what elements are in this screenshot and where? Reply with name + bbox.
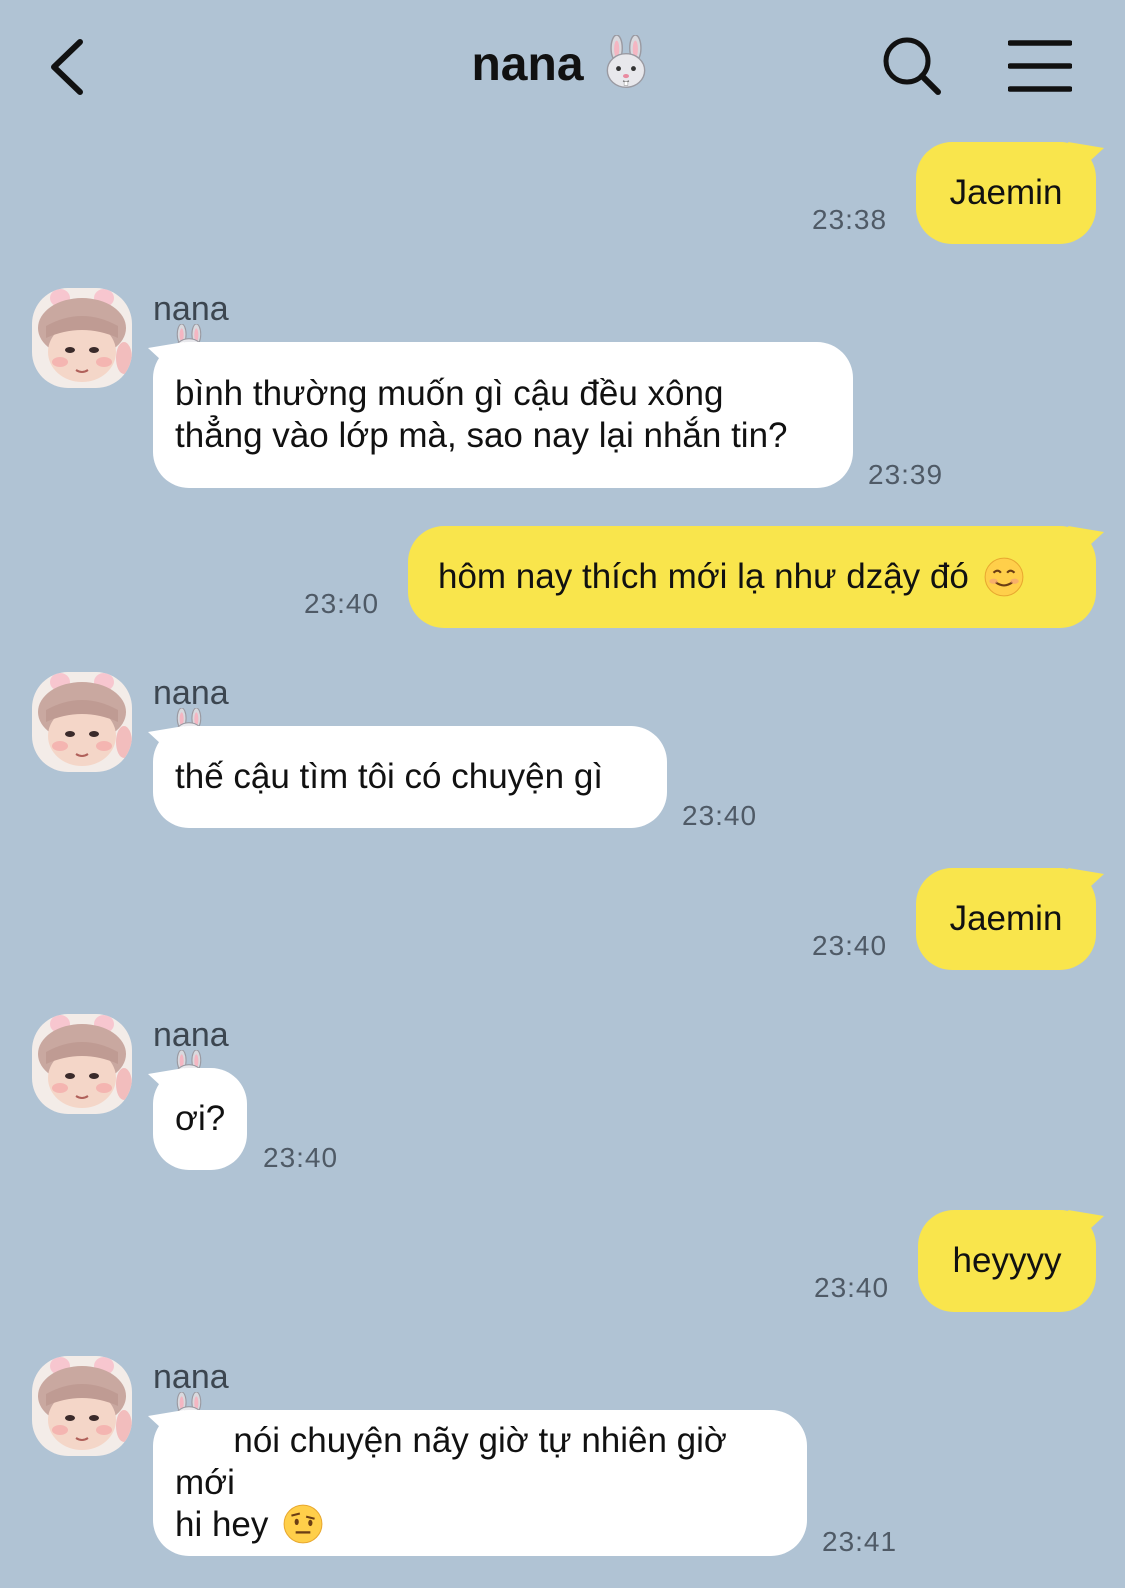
message-time: 23:38	[812, 204, 888, 235]
message-bubble[interactable]: bình thường muốn gì cậu đều xông thẳng v…	[153, 342, 853, 488]
search-icon	[883, 37, 941, 95]
bubble-tail	[1068, 868, 1104, 898]
message-bubble[interactable]: ơi?	[153, 1068, 247, 1170]
avatar[interactable]	[32, 1356, 132, 1456]
chat-title-group: nana	[0, 30, 1125, 100]
avatar[interactable]	[32, 672, 132, 772]
message-text: Jaemin	[949, 899, 1063, 938]
chat-title: nana	[471, 38, 584, 91]
smiling-face-icon	[983, 556, 1025, 598]
bunny-face-icon	[598, 35, 654, 91]
message-bubble[interactable]: thế cậu tìm tôi có chuyện gì	[153, 726, 667, 828]
message-text-wrap: nói chuyện nãy giờ tự nhiên giờ mới hi h…	[175, 1378, 777, 1588]
message-time: 23:40	[304, 588, 380, 619]
chat-header: nana	[0, 0, 1125, 130]
message-time: 23:40	[814, 1272, 890, 1303]
message-time: 23:41	[822, 1526, 898, 1557]
message-time: 23:40	[812, 930, 888, 961]
menu-button[interactable]	[1007, 38, 1073, 94]
bubble-tail	[1068, 526, 1104, 556]
message-text: ơi?	[175, 1099, 226, 1138]
search-button[interactable]	[880, 34, 946, 100]
message-text: thế cậu tìm tôi có chuyện gì	[175, 757, 604, 796]
bubble-tail	[1068, 142, 1104, 172]
raised-eyebrow-face-icon	[282, 1503, 324, 1545]
message-time: 23:40	[263, 1142, 339, 1173]
message-text: Jaemin	[949, 173, 1063, 212]
message-text: hôm nay thích mới lạ như dzậy đó	[438, 557, 969, 596]
bubble-tail	[1068, 1210, 1104, 1240]
avatar[interactable]	[32, 288, 132, 388]
avatar[interactable]	[32, 1014, 132, 1114]
message-time: 23:39	[868, 459, 944, 490]
message-text: heyyyy	[952, 1241, 1062, 1280]
message-bubble[interactable]: nói chuyện nãy giờ tự nhiên giờ mới hi h…	[153, 1410, 807, 1556]
message-text: bình thường muốn gì cậu đều xông thẳng v…	[175, 374, 788, 455]
message-bubble[interactable]: hôm nay thích mới lạ như dzậy đó	[408, 526, 1096, 628]
message-text: nói chuyện nãy giờ tự nhiên giờ mới hi h…	[175, 1421, 727, 1544]
message-time: 23:40	[682, 800, 758, 831]
hamburger-menu-icon	[1007, 40, 1073, 92]
